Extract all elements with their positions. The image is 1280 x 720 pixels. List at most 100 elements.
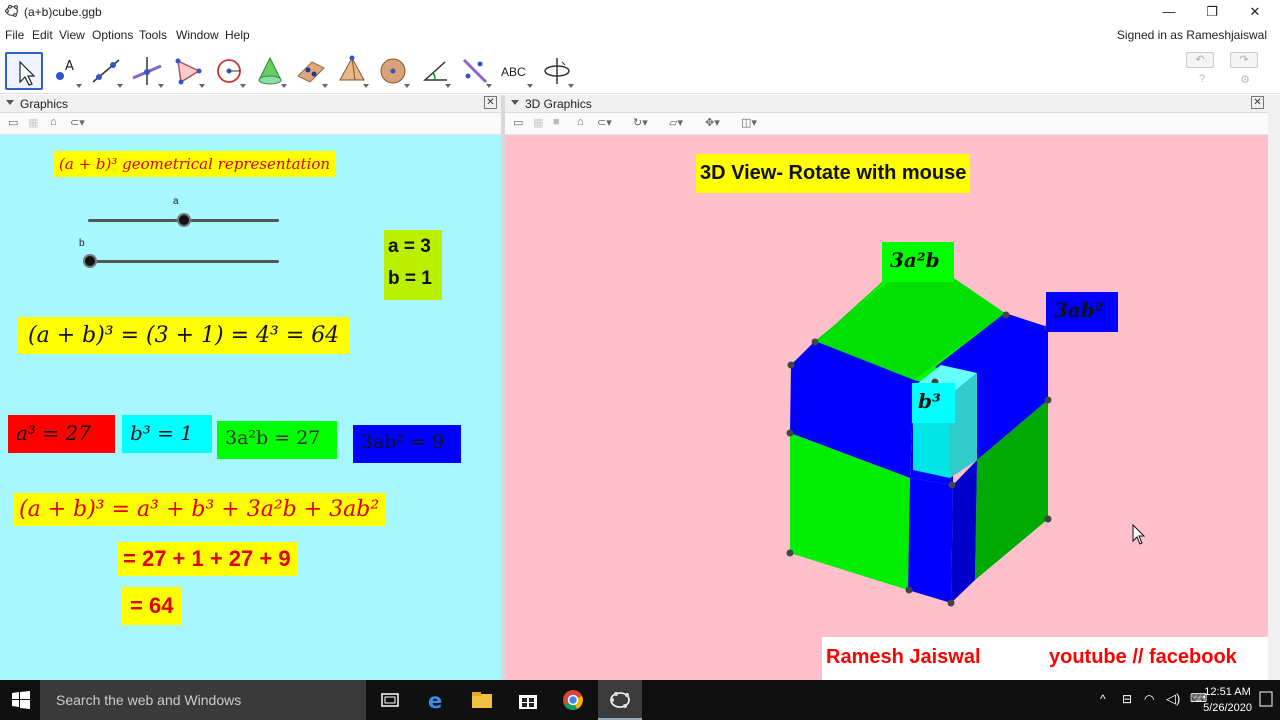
menu-window[interactable]: Window	[176, 28, 219, 42]
label-b3: b³	[912, 383, 955, 423]
value-a: a = 3	[388, 236, 431, 257]
svg-text:A: A	[65, 59, 74, 74]
cursor-arrow-icon	[19, 60, 36, 86]
projection-icon[interactable]: ✥▾	[705, 116, 720, 129]
graphics-panel-title: Graphics	[20, 97, 69, 111]
term-ab2-box: 3ab² = 9	[353, 425, 461, 463]
close-view3d-panel-button[interactable]: ✕	[1251, 96, 1264, 109]
close-graphics-panel-button[interactable]: ✕	[484, 96, 497, 109]
rotate-animation-icon[interactable]: ↻▾	[633, 116, 648, 129]
graphics-view[interactable]: (a + b)³ geometrical representation a b …	[0, 135, 501, 680]
vertex-point[interactable]	[905, 586, 913, 594]
rotate-view-tool[interactable]	[538, 52, 576, 90]
minimize-button[interactable]: —	[1146, 2, 1192, 22]
text-tool[interactable]: ABC	[497, 52, 535, 90]
vertex-point[interactable]	[787, 361, 795, 369]
home-icon[interactable]: ⌂	[50, 116, 57, 128]
maximize-button[interactable]: ❐	[1189, 2, 1235, 22]
close-button[interactable]: ✕	[1232, 2, 1278, 22]
perpendicular-line-tool[interactable]	[128, 52, 166, 90]
cone-tool[interactable]	[251, 52, 289, 90]
angle-tool[interactable]	[415, 52, 453, 90]
pyramid-tool[interactable]	[333, 52, 371, 90]
undo-button[interactable]: ↶	[1186, 52, 1214, 68]
menu-bar: File Edit View Options Tools Window Help	[0, 24, 1280, 46]
circle-tool[interactable]	[210, 52, 248, 90]
view-options-icon[interactable]: ⊂▾	[597, 116, 612, 129]
windows-start-icon[interactable]	[11, 690, 31, 710]
expansion-line-1: (a + b)³ = a³ + b³ + 3a²b + 3ab²	[13, 493, 386, 526]
view-options-icon[interactable]: ⊂▾	[70, 116, 85, 129]
window-title: (a+b)cube.ggb	[24, 5, 102, 19]
plane-toggle-icon[interactable]: ■	[553, 116, 560, 128]
wifi-icon[interactable]: ◠	[1144, 692, 1154, 706]
menu-help[interactable]: Help	[225, 28, 250, 42]
menu-edit[interactable]: Edit	[32, 28, 53, 42]
view3d-panel-title: 3D Graphics	[525, 97, 592, 111]
panel-menu-caret-icon[interactable]	[511, 100, 519, 105]
cube-drawing[interactable]	[505, 135, 1268, 680]
vertex-point[interactable]	[786, 429, 794, 437]
clock-time: 12:51 AM	[1204, 686, 1251, 698]
toggle-stylebar-icon[interactable]: ▭	[8, 116, 18, 129]
title-bar: (a+b)cube.ggb — ❐ ✕	[0, 0, 1280, 24]
reflect-tool[interactable]	[456, 52, 494, 90]
home-icon[interactable]: ⌂	[577, 116, 584, 128]
view3d-style-bar: ▭ ▦ ■ ⌂ ⊂▾ ↻▾ ▱▾ ✥▾ ◫▾	[505, 113, 1268, 135]
menu-file[interactable]: File	[5, 28, 24, 42]
slider-a-knob[interactable]	[176, 213, 191, 227]
chrome-icon[interactable]	[561, 688, 585, 712]
geogebra-taskbar-button[interactable]	[598, 680, 642, 720]
redo-button[interactable]: ↷	[1230, 52, 1258, 68]
move-tool[interactable]	[5, 52, 43, 90]
vertex-point[interactable]	[1002, 311, 1010, 319]
vertex-point[interactable]	[1044, 515, 1052, 523]
network-icon[interactable]: ⊟	[1122, 692, 1132, 706]
volume-icon[interactable]: ◁)	[1166, 691, 1180, 707]
vertex-point[interactable]	[811, 338, 819, 346]
task-view-icon[interactable]	[378, 688, 402, 712]
notifications-icon[interactable]	[1258, 688, 1274, 712]
line-tool[interactable]	[87, 52, 125, 90]
show-hidden-icons-icon[interactable]: ^	[1100, 692, 1106, 706]
point-tool[interactable]: A	[46, 52, 84, 90]
vertex-point[interactable]	[947, 599, 955, 607]
taskbar-clock[interactable]: 12:51 AM 5/26/2020	[1203, 684, 1252, 716]
credit-name: Ramesh Jaiswal	[826, 646, 981, 668]
clock-date: 5/26/2020	[1203, 702, 1252, 714]
axes-icon[interactable]: ▦	[533, 116, 543, 129]
slider-b-track[interactable]	[88, 260, 279, 263]
edge-browser-icon[interactable]: e	[425, 688, 449, 712]
svg-text:e: e	[428, 689, 442, 712]
menu-options[interactable]: Options	[92, 28, 133, 42]
panel-menu-caret-icon[interactable]	[6, 100, 14, 105]
clipping-icon[interactable]: ◫▾	[741, 116, 757, 129]
file-explorer-icon[interactable]	[470, 688, 494, 712]
slider-a-label: a	[173, 196, 179, 207]
vertex-point[interactable]	[948, 481, 956, 489]
slider-b-knob[interactable]	[83, 254, 97, 268]
term-b3-box: b³ = 1	[122, 415, 212, 453]
store-icon[interactable]	[516, 688, 540, 712]
menu-view[interactable]: View	[59, 28, 85, 42]
plane-tool[interactable]	[292, 52, 330, 90]
grid-icon[interactable]: ▦	[28, 116, 38, 129]
expansion-line-3: = 64	[122, 587, 182, 625]
geogebra-icon	[5, 4, 19, 17]
label-ab2: 3ab²	[1046, 292, 1118, 332]
view-direction-icon[interactable]: ▱▾	[669, 116, 683, 129]
view3d-canvas[interactable]: 3D View- Rotate with mouse 3a²b 3ab² b³ …	[505, 135, 1268, 680]
vertex-point[interactable]	[1044, 396, 1052, 404]
credit-box: Ramesh Jaiswal youtube // facebook	[822, 637, 1268, 680]
help-icon[interactable]: ?	[1195, 73, 1209, 87]
sphere-tool[interactable]	[374, 52, 412, 90]
svg-text:ABC: ABC	[501, 65, 526, 79]
menu-tools[interactable]: Tools	[139, 28, 167, 42]
polygon-tool[interactable]	[169, 52, 207, 90]
toggle-stylebar-icon[interactable]: ▭	[513, 116, 523, 129]
slider-b-label: b	[79, 238, 85, 249]
signed-in-label[interactable]: Signed in as Rameshjaiswal	[1117, 28, 1267, 42]
taskbar-search-box[interactable]: Search the web and Windows	[40, 680, 366, 720]
vertex-point[interactable]	[786, 549, 794, 557]
settings-icon[interactable]: ⚙	[1238, 73, 1252, 87]
